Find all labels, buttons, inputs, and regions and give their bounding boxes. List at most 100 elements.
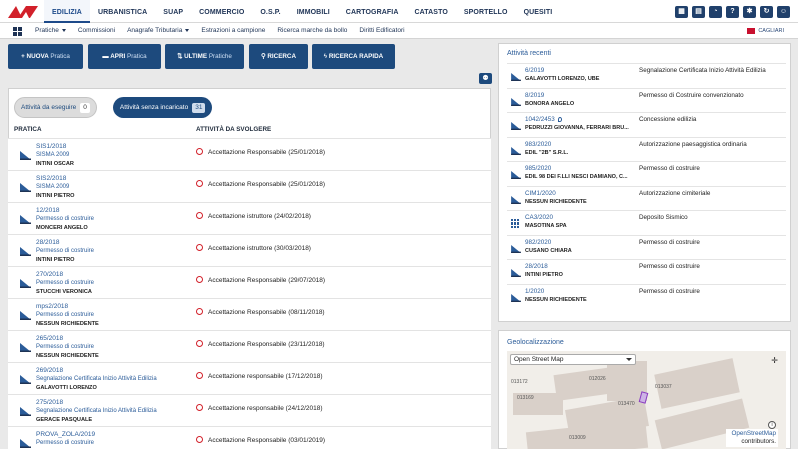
nav-item-quesiti[interactable]: QUESITI bbox=[516, 0, 561, 23]
calendar-icon[interactable]: ▤ bbox=[692, 6, 705, 18]
count-badge: 31 bbox=[192, 103, 206, 113]
subnav-item-diritti-edificatori[interactable]: Diritti Edificatori bbox=[359, 23, 404, 39]
recent-item[interactable]: 983/2020 EDIL "2B" S.R.L. Autorizzazione p… bbox=[507, 136, 786, 162]
recent-number[interactable]: 983/2020 bbox=[525, 141, 551, 148]
subnav-label: Commissioni bbox=[77, 27, 116, 34]
table-row[interactable]: 12/2018 Permesso di costruire MONCERI ANGE… bbox=[8, 202, 491, 234]
recent-item[interactable]: CA3/2020 MASOTINA SPA Deposito Sismico bbox=[507, 210, 786, 235]
practice-number[interactable]: 269/2018 bbox=[36, 367, 157, 375]
recent-item[interactable]: 6/2019 GALAVOTTI LORENZO, UBE Segnalazione… bbox=[507, 63, 786, 88]
practice-cell: 275/2018 Segnalazione Certificata Inizio … bbox=[36, 399, 157, 424]
logo[interactable] bbox=[8, 6, 38, 18]
tab-unassigned-activities[interactable]: Attività senza incaricato 31 bbox=[112, 97, 213, 118]
recent-number[interactable]: 982/2020 bbox=[525, 239, 551, 246]
help-icon[interactable]: ? bbox=[726, 6, 739, 18]
practice-number[interactable]: mps2/2018 bbox=[36, 303, 99, 311]
recent-number[interactable]: 1/2020 bbox=[525, 288, 544, 295]
practice-number[interactable]: SIS1/2018 bbox=[36, 143, 74, 151]
table-row[interactable]: SIS2/2018 SISMA 2009 INTINI PIETRO Accettaz… bbox=[8, 170, 491, 202]
practice-number[interactable]: 275/2018 bbox=[36, 399, 157, 407]
info-icon[interactable]: i bbox=[768, 421, 776, 429]
recent-item[interactable]: 1042/2453 PEDRUZZI GIOVANNA, FERRARI BRU.… bbox=[507, 112, 786, 137]
grid-icon[interactable]: ▦ bbox=[675, 6, 688, 18]
recent-description: Concessione edilizia bbox=[639, 116, 697, 123]
team-icon[interactable]: ⚉ bbox=[479, 73, 492, 84]
practice-cell: PROVA_ZOLA/2019 Permesso di costruire bbox=[36, 431, 95, 448]
table-row[interactable]: 269/2018 Segnalazione Certificata Inizio … bbox=[8, 362, 491, 394]
settings-icon[interactable]: ✱ bbox=[743, 6, 756, 18]
practice-type: Segnalazione Certificata Inizio Attività… bbox=[36, 408, 157, 415]
map-layer-select[interactable]: Open Street Map bbox=[510, 354, 636, 365]
activity-cell: Accettazione Responsabile (08/11/2018) bbox=[196, 308, 325, 316]
recent-number[interactable]: 985/2020 bbox=[525, 165, 551, 172]
practice-cell: 12/2018 Permesso di costruire MONCERI ANGE… bbox=[36, 207, 94, 232]
subnav-label: Pratiche bbox=[35, 27, 59, 34]
table-row[interactable]: PROVA_ZOLA/2019 Permesso di costruire Acce… bbox=[8, 426, 491, 449]
parcel-label: 013037 bbox=[655, 384, 672, 390]
search-button[interactable]: ⚲ RICERCA bbox=[249, 44, 308, 69]
nav-item-urbanistica[interactable]: URBANISTICA bbox=[90, 0, 155, 23]
highlighted-parcel[interactable] bbox=[638, 391, 649, 404]
practice-number[interactable]: 270/2018 bbox=[36, 271, 94, 279]
practice-number[interactable]: 265/2018 bbox=[36, 335, 99, 343]
recent-item[interactable]: CIM1/2020 NESSUN RICHIEDENTE Autorizzazion… bbox=[507, 185, 786, 211]
open-practice-button[interactable]: ▬ APRI Pratica bbox=[88, 44, 161, 69]
recent-number[interactable]: CA3/2020 bbox=[525, 214, 553, 221]
recent-number[interactable]: CIM1/2020 bbox=[525, 190, 556, 197]
refresh-icon[interactable]: ↻ bbox=[760, 6, 773, 18]
recent-item[interactable]: 1/2020 NESSUN RICHIEDENTE Permesso di cost… bbox=[507, 283, 786, 309]
recent-number-line: 6/2019 bbox=[525, 67, 544, 74]
recent-number[interactable]: 1042/2453 bbox=[525, 116, 555, 123]
subnav-item-commissioni[interactable]: Commissioni bbox=[78, 23, 115, 39]
osm-link[interactable]: OpenStreetMap bbox=[732, 430, 776, 437]
recent-number[interactable]: 6/2019 bbox=[525, 67, 544, 74]
nav-item-immobili[interactable]: IMMOBILI bbox=[289, 0, 338, 23]
nav-item-commercio[interactable]: COMMERCIO bbox=[191, 0, 252, 23]
recent-item[interactable]: 28/2018 INTINI PIETRO Permesso di costruir… bbox=[507, 259, 786, 284]
table-row[interactable]: SIS1/2018 SISMA 2009 INTINI OSCAR Accettazi… bbox=[8, 138, 491, 170]
alarm-clock-icon bbox=[196, 148, 203, 155]
recent-owner: BONORA ANGELO bbox=[525, 100, 575, 107]
document-icon bbox=[20, 215, 31, 224]
map-attribution: i OpenStreetMap contributors. bbox=[726, 421, 778, 447]
activity-text: Accettazione Responsabile (03/01/2019) bbox=[208, 437, 326, 444]
subnav-item-anagrafe-tributaria[interactable]: Anagrafe Tributaria bbox=[127, 23, 190, 39]
table-row[interactable]: 28/2018 Permesso di costruire INTINI PIETR… bbox=[8, 234, 491, 266]
table-row[interactable]: 270/2018 Permesso di costruire STUCCHI VER… bbox=[8, 266, 491, 298]
map[interactable]: Open Street Map ✛ 013172 012026 013037 0… bbox=[507, 351, 786, 449]
new-practice-button[interactable]: + NUOVA Pratica bbox=[8, 44, 83, 69]
subnav-item-pratiche[interactable]: Pratiche bbox=[35, 23, 66, 39]
location-pin-icon bbox=[557, 117, 562, 122]
nav-item-catasto[interactable]: CATASTO bbox=[407, 0, 456, 23]
table-row[interactable]: 265/2018 Permesso di costruire NESSUN RICH… bbox=[8, 330, 491, 362]
recent-item[interactable]: 985/2020 EDIL 98 DEI F.LLI NESCI DAMIANO,… bbox=[507, 161, 786, 186]
recent-owner: EDIL 98 DEI F.LLI NESCI DAMIANO, C... bbox=[525, 174, 628, 180]
nav-item-cartografia[interactable]: CARTOGRAFIA bbox=[338, 0, 407, 23]
nav-item-sportello[interactable]: SPORTELLO bbox=[456, 0, 516, 23]
quick-search-button[interactable]: ϟ RICERCA RAPIDA bbox=[312, 44, 395, 69]
recent-number[interactable]: 8/2019 bbox=[525, 92, 544, 99]
nav-item-suap[interactable]: SUAP bbox=[155, 0, 191, 23]
practice-number[interactable]: 12/2018 bbox=[36, 207, 94, 215]
table-row[interactable]: mps2/2018 Permesso di costruire NESSUN RIC… bbox=[8, 298, 491, 330]
practice-number[interactable]: SIS2/2018 bbox=[36, 175, 75, 183]
practice-type: SISMA 2009 bbox=[36, 152, 70, 159]
practice-number[interactable]: PROVA_ZOLA/2019 bbox=[36, 431, 95, 439]
user-icon[interactable]: ☺ bbox=[777, 6, 790, 18]
nav-item-o-s-p[interactable]: O.S.P. bbox=[252, 0, 288, 23]
tab-activities-to-do[interactable]: Attività da eseguire 0 bbox=[14, 97, 97, 118]
recent-practices-button[interactable]: ⇅ ULTIME Pratiche bbox=[165, 44, 244, 69]
recent-number[interactable]: 28/2018 bbox=[525, 263, 548, 270]
locate-icon[interactable]: ✛ bbox=[771, 356, 778, 365]
document-icon bbox=[511, 244, 521, 253]
recent-item[interactable]: 982/2020 CUSANO CHIARA Permesso di costrui… bbox=[507, 234, 786, 260]
subnav-item-ricerca-marche-da-bollo[interactable]: Ricerca marche da bollo bbox=[277, 23, 347, 39]
recent-owner: CUSANO CHIARA bbox=[525, 247, 572, 254]
recent-item[interactable]: 8/2019 BONORA ANGELO Permesso di Costruire… bbox=[507, 87, 786, 113]
pie-chart-icon[interactable]: ◔ bbox=[709, 6, 722, 18]
apps-grid-icon[interactable] bbox=[13, 27, 22, 36]
nav-item-edilizia[interactable]: EDILIZIA bbox=[44, 0, 90, 23]
table-row[interactable]: 275/2018 Segnalazione Certificata Inizio … bbox=[8, 394, 491, 426]
subnav-item-estrazioni-a-campione[interactable]: Estrazioni a campione bbox=[201, 23, 265, 39]
practice-number[interactable]: 28/2018 bbox=[36, 239, 94, 247]
